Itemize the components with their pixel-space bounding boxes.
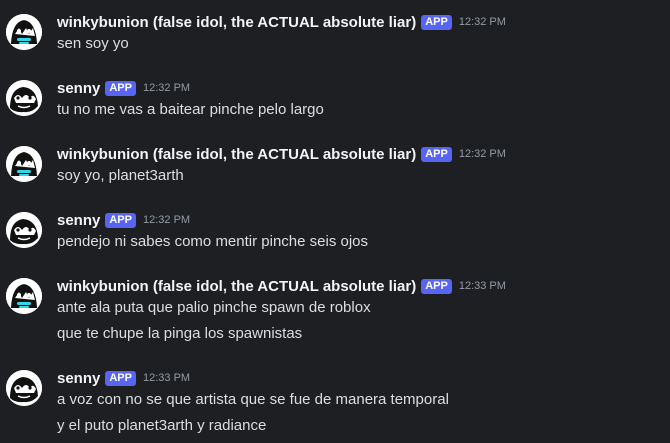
timestamp: 12:33 PM [458, 280, 506, 292]
timestamp: 12:32 PM [142, 214, 191, 226]
avatar[interactable] [6, 14, 42, 50]
username[interactable]: winkybunion (false idol, the ACTUAL abso… [57, 14, 416, 31]
app-badge: APP [105, 80, 136, 96]
creature-avatar-icon [6, 146, 42, 182]
app-badge: APP [421, 14, 452, 30]
username[interactable]: senny [57, 212, 100, 229]
creature-avatar-icon [6, 370, 42, 406]
app-badge: APP [421, 278, 452, 294]
username[interactable]: senny [57, 80, 100, 97]
avatar[interactable] [6, 212, 42, 248]
app-badge: APP [105, 370, 136, 386]
timestamp: 12:32 PM [458, 148, 506, 160]
creature-avatar-icon [6, 212, 42, 248]
avatar[interactable] [6, 370, 42, 406]
message-list: winkybunion (false idol, the ACTUAL abso… [0, 0, 670, 443]
message-text: pendejo ni sabes como mentir pinche seis… [57, 233, 369, 250]
username[interactable]: winkybunion (false idol, the ACTUAL abso… [57, 278, 416, 295]
creature-avatar-icon [6, 80, 42, 116]
timestamp: 12:32 PM [142, 82, 191, 94]
message-text: que te chupe la pinga los spawnistas [57, 325, 303, 342]
message-text: a voz con no se que artista que se fue d… [57, 391, 449, 408]
username[interactable]: winkybunion (false idol, the ACTUAL abso… [57, 146, 416, 163]
timestamp: 12:32 PM [458, 16, 506, 28]
username[interactable]: senny [57, 370, 100, 387]
message-text: sen soy yo [57, 35, 129, 52]
avatar[interactable] [6, 146, 42, 182]
message-text: y el puto planet3arth y radiance [57, 417, 267, 434]
message-text: ante ala puta que palio pinche spawn de … [57, 299, 371, 316]
app-badge: APP [421, 146, 452, 162]
timestamp: 12:33 PM [142, 372, 191, 384]
creature-avatar-icon [6, 278, 42, 314]
message-text: tu no me vas a baitear pinche pelo largo [57, 101, 324, 118]
avatar[interactable] [6, 278, 42, 314]
message-text: soy yo, planet3arth [57, 167, 184, 184]
app-badge: APP [105, 212, 136, 228]
creature-avatar-icon [6, 14, 42, 50]
avatar[interactable] [6, 80, 42, 116]
